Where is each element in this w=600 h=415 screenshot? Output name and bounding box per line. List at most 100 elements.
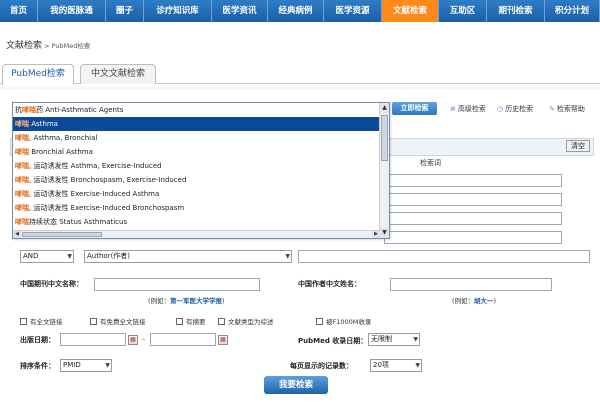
nav-item-knowledge[interactable]: 诊疗知识库 — [144, 0, 212, 22]
pubdate-dash: – — [142, 335, 146, 343]
term-input-5[interactable] — [298, 250, 590, 263]
checkbox-free-full-text[interactable]: 有免费全文链接 — [90, 316, 146, 326]
autocomplete-item-match: 哮喘 — [15, 176, 29, 184]
horizontal-scrollbar[interactable]: ◀ ▶ — [13, 230, 380, 238]
nav-item-literature[interactable]: 文献检索 — [382, 0, 439, 22]
sort-select[interactable]: PMID ▼ — [60, 359, 112, 372]
search-help-link[interactable]: ✎ 检索帮助 — [549, 104, 585, 114]
tab-pubmed[interactable]: PubMed检索 — [2, 64, 74, 85]
autocomplete-item[interactable]: 哮喘, Asthma, Bronchial — [13, 131, 389, 145]
scroll-thumb[interactable] — [381, 115, 388, 161]
breadcrumb-sub: > PubMed检索 — [42, 42, 91, 50]
autocomplete-item-match: 哮喘 — [15, 134, 29, 142]
author-input[interactable] — [390, 278, 552, 291]
checkbox-label: 被F1000M收录 — [326, 318, 372, 326]
scroll-left-icon[interactable]: ◀ — [13, 231, 21, 238]
search-tabs: PubMed检索 中文文献检索 — [0, 62, 600, 85]
calendar-icon[interactable]: ▦ — [128, 335, 138, 345]
checkbox-box[interactable] — [218, 317, 225, 325]
autocomplete-item[interactable]: 哮喘, 运动诱发性 Bronchospasm, Exercise-Induced — [13, 173, 389, 187]
nav-item-circle[interactable]: 圈子 — [106, 0, 144, 22]
nav-item-points[interactable]: 积分计划 — [545, 0, 600, 22]
per-page-select-value: 20项 — [373, 361, 389, 369]
autocomplete-item-match: 哮喘 — [15, 218, 29, 226]
checkbox-box[interactable] — [90, 317, 97, 325]
term-input-2[interactable] — [384, 193, 562, 206]
autocomplete-item[interactable]: 哮喘 Asthma — [13, 117, 389, 131]
checkbox-abstract[interactable]: 有摘要 — [176, 316, 206, 326]
author-hint: (例如：胡大一) — [452, 295, 496, 305]
term-input-1[interactable] — [384, 174, 562, 187]
clear-button[interactable]: 清空 — [566, 140, 590, 152]
nav-item-resources[interactable]: 医学资源 — [324, 0, 382, 22]
checkbox-box[interactable] — [176, 317, 183, 325]
nav-item-home[interactable]: 首页 — [0, 0, 38, 22]
tab-chinese-literature[interactable]: 中文文献检索 — [80, 64, 156, 84]
checkbox-review[interactable]: 文献类型为综述 — [218, 316, 274, 326]
advanced-search-label: 高级检索 — [457, 105, 486, 113]
breadcrumb-main[interactable]: 文献检索 — [6, 41, 42, 51]
autocomplete-item-text: , 运动诱发性 Exercise-Induced Bronchospasm — [29, 204, 185, 212]
search-help-label: 检索帮助 — [556, 105, 585, 113]
boolean-select[interactable]: AND ▼ — [20, 250, 74, 263]
chevron-down-icon: ▼ — [415, 362, 420, 369]
autocomplete-item[interactable]: 哮喘 Bronchial Asthma — [13, 145, 389, 159]
autocomplete-item-text: , 运动诱发性 Asthma, Exercise-Induced — [29, 162, 162, 170]
field-select-value: Author(作者) — [87, 252, 131, 260]
panel-divider — [0, 85, 600, 89]
checkbox-f1000m[interactable]: 被F1000M收录 — [316, 316, 371, 326]
vertical-scrollbar[interactable]: ▲ ▼ — [379, 103, 389, 238]
journal-input[interactable] — [94, 278, 260, 291]
autocomplete-item-text: , 运动诱发性 Bronchospasm, Exercise-Induced — [29, 176, 187, 184]
nav-item-mutual-help[interactable]: 互助区 — [439, 0, 487, 22]
checkbox-full-text[interactable]: 有全文链接 — [20, 316, 63, 326]
field-header-term: 检索词 — [420, 159, 441, 167]
scroll-down-icon[interactable]: ▼ — [380, 228, 389, 238]
author-hint-example[interactable]: 胡大一 — [474, 297, 494, 305]
sort-select-value: PMID — [63, 361, 81, 369]
autocomplete-dropdown[interactable]: 抗哮喘药 Anti-Asthmatic Agents 哮喘 Asthma 哮喘, A… — [12, 102, 390, 239]
autocomplete-item[interactable]: 哮喘持续状态 Status Asthmaticus — [13, 215, 389, 229]
scroll-up-icon[interactable]: ▲ — [380, 103, 389, 113]
checkbox-label: 有摘要 — [186, 318, 206, 326]
field-select[interactable]: Author(作者) ▼ — [84, 250, 292, 263]
pubdate-to-input[interactable] — [150, 333, 216, 346]
pubdate-label: 出版日期： — [20, 336, 55, 344]
autocomplete-item[interactable]: 抗哮喘药 Anti-Asthmatic Agents — [13, 103, 389, 117]
autocomplete-item-match: 哮喘 — [15, 190, 29, 198]
autocomplete-item-text: 持续状态 Status Asthmaticus — [29, 218, 128, 226]
calendar-icon[interactable]: ▦ — [218, 335, 228, 345]
scroll-right-icon[interactable]: ▶ — [372, 231, 380, 238]
term-input-4[interactable] — [384, 231, 562, 244]
journal-hint-example[interactable]: 第一军医大学学报 — [170, 297, 222, 305]
term-input-3[interactable] — [384, 212, 562, 225]
magnifier-icon: ⊕ — [450, 105, 456, 113]
nav-item-my-medlive[interactable]: 我的医脉通 — [38, 0, 106, 22]
per-page-select[interactable]: 20项 ▼ — [370, 359, 422, 372]
help-icon: ✎ — [549, 105, 555, 113]
breadcrumb: 文献检索 > PubMed检索 — [6, 38, 90, 51]
autocomplete-item[interactable]: 哮喘, 运动诱发性 Exercise-Induced Bronchospasm — [13, 201, 389, 215]
search-now-button[interactable]: 立即检索 — [392, 102, 437, 115]
pubmed-date-value: 无限制 — [371, 335, 392, 343]
nav-item-news[interactable]: 医学资讯 — [212, 0, 268, 22]
nav-item-cases[interactable]: 经典病例 — [268, 0, 324, 22]
per-page-label: 每页显示的记录数： — [290, 362, 353, 370]
hscroll-thumb[interactable] — [22, 232, 102, 237]
checkbox-label: 有免费全文链接 — [100, 318, 146, 326]
chevron-down-icon: ▼ — [67, 253, 72, 260]
pubmed-date-select[interactable]: 无限制 ▼ — [368, 333, 420, 346]
pubdate-from-input[interactable] — [60, 333, 126, 346]
submit-search-button[interactable]: 我要检索 — [264, 376, 328, 394]
top-nav: 首页 我的医脉通 圈子 诊疗知识库 医学资讯 经典病例 医学资源 文献检索 互助… — [0, 0, 600, 22]
autocomplete-item-match: 哮喘 — [15, 148, 29, 156]
nav-item-journal-search[interactable]: 期刊检索 — [487, 0, 545, 22]
autocomplete-item[interactable]: 哮喘, 运动诱发性 Exercise-Induced Asthma — [13, 187, 389, 201]
checkbox-box[interactable] — [20, 317, 27, 325]
advanced-search-link[interactable]: ⊕ 高级检索 — [450, 104, 486, 114]
pubmed-date-label: PubMed 收录日期： — [298, 337, 368, 345]
checkbox-box[interactable] — [316, 317, 323, 325]
history-search-link[interactable]: ◷ 历史检索 — [497, 104, 533, 114]
journal-hint-suffix: ) — [222, 297, 225, 305]
autocomplete-item[interactable]: 哮喘, 运动诱发性 Asthma, Exercise-Induced — [13, 159, 389, 173]
